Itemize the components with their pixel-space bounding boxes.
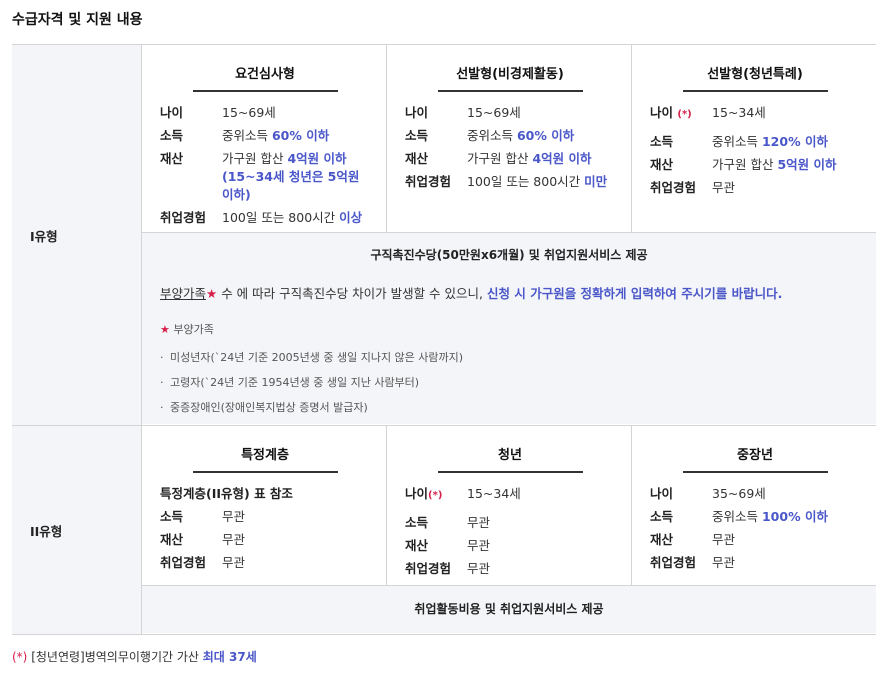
col-header: 특정계층: [192, 444, 338, 473]
special-group-note: 특정계층(II유형) 표 참조: [160, 486, 293, 501]
type1-notice: 부양가족★ 수 에 따라 구직촉진수당 차이가 발생할 수 있으니, 신청 시 …: [142, 277, 876, 424]
section-title: 수급자격 및 지원 내용: [12, 12, 143, 28]
col-header: 선발형(비경제활동): [437, 63, 583, 92]
col-selection-youth: 선발형(청년특례) 나이 (*) 15~34세 소득 중위소득 120% 이하 재산…: [632, 45, 876, 232]
col-middle-aged: 중장년 나이 35~69세 소득 중위소득 100% 이하 재산 무관 취업경험 무관: [632, 426, 876, 585]
list-item: 미성년자(`24년 기준 2005년생 중 생일 지나지 않은 사람까지): [160, 345, 876, 370]
col-selection-inactive: 선발형(비경제활동) 나이 15~69세 소득 중위소득 60% 이하 재산 가구원 …: [387, 45, 632, 232]
list-item: 중증장애인(장애인복지법상 증명서 발급자): [160, 395, 876, 420]
footnote: (*) [청년연령]병역의무이행기간 가산 최대 37세: [12, 650, 257, 664]
youth-mark: (*): [428, 490, 443, 501]
eligibility-table: I유형 요건심사형 나이 15~69세 소득 중위소득 60% 이하 재산 가구원 합…: [12, 44, 876, 635]
col-youth: 청년 나이(*) 15~34세 소득 무관 재산 무관 취업경험 무관: [387, 426, 632, 585]
type1-row: I유형 요건심사형 나이 15~69세 소득 중위소득 60% 이하 재산 가구원 합…: [12, 45, 876, 426]
dependents-link: 부양가족: [160, 286, 207, 301]
youth-mark: (*): [677, 109, 692, 120]
col-header: 중장년: [682, 444, 828, 473]
type1-label: I유형: [12, 45, 142, 425]
dependents-list: 미성년자(`24년 기준 2005년생 중 생일 지나지 않은 사람까지) 고령…: [160, 345, 876, 420]
star-icon: ★: [160, 323, 170, 336]
type2-benefit: 취업활동비용 및 취업지원서비스 제공: [142, 586, 876, 633]
col-header: 청년: [437, 444, 583, 473]
youth-mark: (*): [12, 650, 28, 664]
col-special-group: 특정계층 특정계층(II유형) 표 참조 소득 무관 재산 무관 취업경험 무관: [142, 426, 387, 585]
col-header: 선발형(청년특례): [682, 63, 828, 92]
col-header: 요건심사형: [192, 63, 338, 92]
type2-label: II유형: [12, 426, 142, 634]
type2-row: II유형 특정계층 특정계층(II유형) 표 참조 소득 무관 재산 무관 취업경험…: [12, 426, 876, 635]
type1-benefit: 구직촉진수당(50만원x6개월) 및 취업지원서비스 제공: [142, 233, 876, 277]
col-requirement-review: 요건심사형 나이 15~69세 소득 중위소득 60% 이하 재산 가구원 합산 4억…: [142, 45, 387, 232]
list-item: 고령자(`24년 기준 1954년생 중 생일 지난 사람부터): [160, 370, 876, 395]
